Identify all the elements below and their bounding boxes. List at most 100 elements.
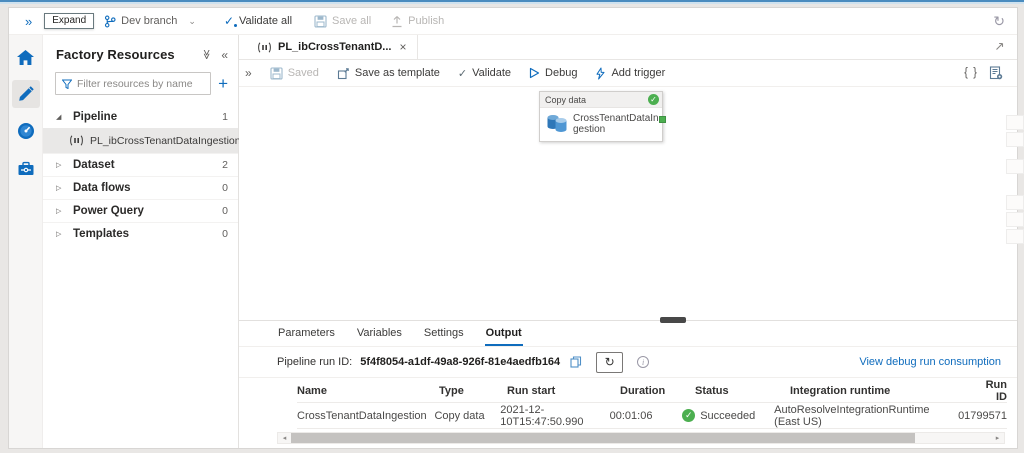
template-icon	[337, 67, 350, 80]
expander-icon[interactable]: ▷	[56, 161, 64, 169]
bottom-panel: Parameters Variables Settings Output Pip…	[239, 317, 1017, 448]
dataset-count: 2	[222, 159, 228, 171]
publish-icon	[391, 15, 403, 28]
copy-data-icon	[545, 113, 569, 135]
branch-label: Dev branch	[121, 15, 178, 27]
refresh-icon[interactable]: ↻	[993, 13, 1005, 30]
scrollbar-thumb[interactable]	[291, 433, 916, 443]
expander-icon[interactable]: ◢	[56, 113, 64, 121]
col-run-id[interactable]: Run ID	[980, 379, 1007, 403]
play-icon	[529, 67, 540, 79]
canvas-control-button[interactable]	[1006, 159, 1024, 174]
validate-all-icon: ✓	[223, 14, 238, 28]
canvas-control-button[interactable]	[1006, 132, 1024, 147]
panel-title: Factory Resources	[56, 47, 175, 62]
tab-output[interactable]: Output	[484, 321, 523, 346]
col-run-start[interactable]: Run start	[507, 385, 620, 397]
home-icon	[16, 49, 35, 66]
expander-icon[interactable]: ▷	[56, 230, 64, 238]
col-status[interactable]: Status	[695, 385, 790, 397]
branch-selector[interactable]: Dev branch ⌄	[104, 15, 196, 28]
scroll-left-arrow[interactable]: ◂	[278, 434, 291, 442]
canvas-control-button[interactable]	[1006, 212, 1024, 227]
nav-home-button[interactable]	[12, 43, 40, 71]
toolbar-overflow-chevrons[interactable]: »	[245, 66, 252, 80]
canvas-control-button[interactable]	[1006, 115, 1024, 130]
templates-count: 0	[222, 228, 228, 240]
horizontal-scrollbar[interactable]: ◂ ▸	[277, 432, 1005, 444]
window-top-accent	[0, 0, 1024, 4]
power-query-count: 0	[222, 205, 228, 217]
col-integration-runtime[interactable]: Integration runtime	[790, 385, 980, 397]
validate-button[interactable]: ✓ Validate	[458, 67, 511, 80]
tree-item-power-query[interactable]: ▷ Power Query 0	[43, 199, 238, 222]
tab-variables[interactable]: Variables	[356, 321, 403, 346]
add-resource-button[interactable]: +	[218, 75, 228, 92]
tree-item-templates[interactable]: ▷ Templates 0	[43, 222, 238, 245]
cell-status: ✓ Succeeded	[682, 409, 774, 422]
tree-item-dataset[interactable]: ▷ Dataset 2	[43, 153, 238, 176]
save-icon	[270, 66, 283, 80]
table-row[interactable]: CrossTenantDataIngestion Copy data 2021-…	[297, 402, 1007, 429]
view-debug-run-consumption-link[interactable]: View debug run consumption	[859, 356, 1001, 368]
scroll-right-arrow[interactable]: ▸	[991, 434, 1004, 442]
expand-panel-chevrons[interactable]: »	[25, 14, 32, 29]
toolbox-icon	[17, 160, 35, 177]
debug-button[interactable]: Debug	[529, 67, 577, 79]
code-view-icon[interactable]: { }	[964, 67, 978, 79]
tab-settings[interactable]: Settings	[423, 321, 465, 346]
canvas-control-button[interactable]	[1006, 229, 1024, 244]
canvas-control-button[interactable]	[1006, 195, 1024, 210]
info-icon[interactable]: i	[637, 356, 650, 368]
collapse-all-icon[interactable]: ≫	[201, 49, 212, 59]
tree-item-data-flows[interactable]: ▷ Data flows 0	[43, 176, 238, 199]
nav-monitor-button[interactable]	[12, 117, 40, 145]
col-type[interactable]: Type	[439, 385, 507, 397]
status-succeeded-icon: ✓	[682, 409, 696, 422]
tree-item-pipeline[interactable]: ◢ Pipeline 1	[43, 105, 238, 128]
expand-tooltip: Expand	[44, 13, 95, 29]
pipeline-toolbar: » Saved Save as template ✓ Validate Debu…	[239, 60, 1017, 87]
chevron-down-icon: ⌄	[188, 15, 196, 26]
tab-pipeline[interactable]: PL_ibCrossTenantD... ×	[247, 35, 418, 59]
app-frame: » Expand Dev branch ⌄ ✓ Validate all Sav…	[8, 7, 1024, 449]
bottom-panel-tabs: Parameters Variables Settings Output	[239, 321, 1017, 347]
factory-resources-panel: Factory Resources ≫ « + ◢ P	[43, 35, 241, 448]
activity-succeeded-icon: ✓	[648, 94, 659, 105]
panel-resize-handle[interactable]	[660, 317, 686, 323]
save-all-button[interactable]: Save all	[314, 14, 371, 28]
publish-button[interactable]: Publish	[391, 15, 444, 28]
filter-funnel-icon	[62, 79, 72, 89]
tree-item-pipeline-child[interactable]: PL_ibCrossTenantDataIngestion	[43, 128, 241, 153]
saved-indicator: Saved	[270, 66, 319, 80]
activity-output-connector[interactable]	[659, 116, 666, 123]
collapse-panel-icon[interactable]: «	[221, 48, 228, 62]
add-trigger-button[interactable]: Add trigger	[595, 67, 665, 80]
copy-data-activity[interactable]: Copy data ✓ CrossTenantDataIngestion	[539, 91, 666, 142]
close-icon[interactable]: ×	[399, 40, 406, 54]
col-name[interactable]: Name	[297, 385, 439, 397]
cell-name: CrossTenantDataIngestion	[297, 409, 427, 422]
properties-icon[interactable]	[989, 66, 1003, 80]
document-tab-bar: PL_ibCrossTenantD... ×	[239, 35, 1017, 60]
nav-manage-button[interactable]	[12, 154, 40, 182]
pipeline-run-id-row: Pipeline run ID: 5f4f8054-a1df-49a8-926f…	[239, 347, 1017, 378]
col-duration[interactable]: Duration	[620, 385, 695, 397]
table-header-row: Name Type Run start Duration Status Inte…	[297, 379, 1007, 403]
save-as-template-button[interactable]: Save as template	[337, 67, 440, 80]
filter-resources-box	[55, 72, 212, 95]
tab-parameters[interactable]: Parameters	[277, 321, 336, 346]
expand-editor-icon[interactable]	[994, 41, 1005, 52]
expander-icon[interactable]: ▷	[56, 184, 64, 192]
activity-runs-table: Name Type Run start Duration Status Inte…	[239, 378, 1017, 429]
copy-run-id-icon[interactable]	[570, 356, 582, 368]
pipeline-icon	[257, 41, 272, 53]
refresh-output-button[interactable]: ↻	[596, 351, 624, 373]
data-flows-count: 0	[222, 182, 228, 194]
filter-resources-input[interactable]	[77, 77, 205, 90]
validate-all-button[interactable]: ✓ Validate all	[224, 14, 292, 28]
pipeline-count: 1	[222, 110, 228, 123]
pipeline-canvas[interactable]: Copy data ✓ CrossTenantDataIngestion	[239, 87, 1024, 320]
expander-icon[interactable]: ▷	[56, 207, 64, 215]
nav-author-button[interactable]	[11, 80, 40, 108]
